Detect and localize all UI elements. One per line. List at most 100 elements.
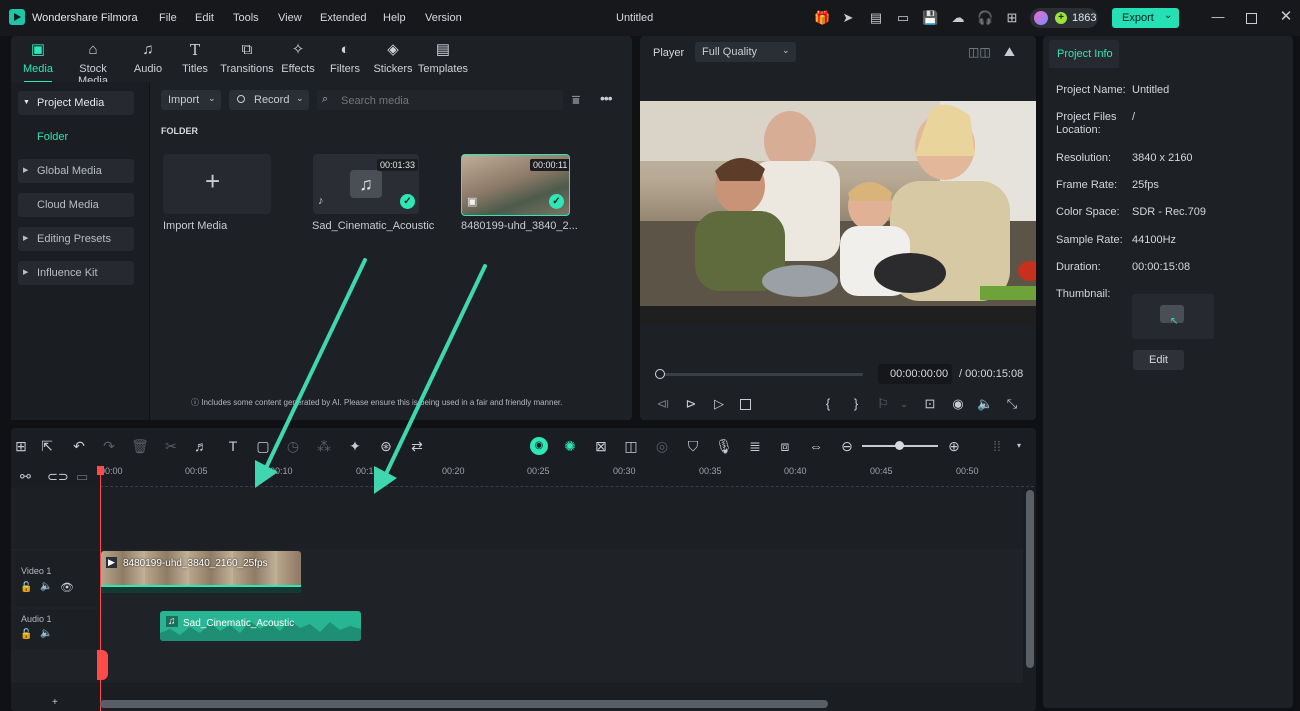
credits-badge[interactable]: + 1863 bbox=[1030, 8, 1098, 28]
mark-in-icon[interactable]: { bbox=[820, 396, 836, 412]
more-options-icon[interactable]: ••• bbox=[600, 90, 613, 106]
render-preview-icon[interactable]: ◫ bbox=[622, 437, 640, 455]
delete-icon[interactable]: 🗑 bbox=[131, 437, 149, 455]
monitor-icon[interactable]: ▭ bbox=[895, 10, 911, 26]
chevron-down-icon[interactable]: ⌄ bbox=[896, 396, 912, 412]
snapshot-icon[interactable]: ◉ bbox=[950, 396, 966, 412]
project-thumbnail[interactable]: ↖ bbox=[1132, 294, 1214, 339]
link-icon[interactable]: ⊂⊃ bbox=[47, 469, 69, 485]
search-media-box[interactable]: ⌕ bbox=[317, 90, 563, 110]
subtitle-icon[interactable]: ≣ bbox=[746, 437, 764, 455]
step-play-icon[interactable]: ⊳ bbox=[683, 396, 699, 412]
sidebar-item-cloud-media[interactable]: Cloud Media bbox=[18, 193, 134, 217]
menu-extended[interactable]: Extended bbox=[320, 12, 366, 24]
ai-tool-icon[interactable]: ✦ bbox=[346, 437, 364, 455]
link-off-icon[interactable]: ⚯ bbox=[20, 469, 31, 485]
audio-edit-icon[interactable]: ♬ bbox=[192, 437, 210, 455]
split-icon[interactable]: ✂ bbox=[162, 437, 180, 455]
lock-icon[interactable]: 🔓 bbox=[20, 582, 32, 593]
minimize-icon[interactable]: — bbox=[1210, 9, 1226, 25]
stop-icon[interactable] bbox=[740, 399, 751, 410]
menu-edit[interactable]: Edit bbox=[195, 12, 214, 24]
sidebar-item-editing-presets[interactable]: ▶ Editing Presets bbox=[18, 227, 134, 251]
menu-tools[interactable]: Tools bbox=[233, 12, 259, 24]
add-track-icon[interactable]: + bbox=[52, 697, 58, 708]
import-dropdown[interactable]: Import ⌄ bbox=[161, 90, 221, 110]
stabilize-icon[interactable]: ◎ bbox=[653, 437, 671, 455]
mute-icon[interactable]: 🔈 bbox=[40, 628, 52, 639]
undo-icon[interactable]: ↶ bbox=[70, 437, 88, 455]
translate-icon[interactable]: ⇄ bbox=[408, 437, 426, 455]
sidebar-item-project-media[interactable]: ▼ Project Media bbox=[18, 91, 134, 115]
motion-track-icon[interactable]: ⊛ bbox=[377, 437, 395, 455]
vertical-scrollbar[interactable] bbox=[1026, 490, 1034, 668]
close-icon[interactable]: ✕ bbox=[1278, 9, 1294, 25]
edit-thumbnail-button[interactable]: Edit bbox=[1133, 350, 1184, 370]
auto-highlight-icon[interactable]: ⊠ bbox=[592, 437, 610, 455]
microphone-icon[interactable]: 🎙 bbox=[715, 437, 733, 455]
tab-stickers[interactable]: ◈ Stickers bbox=[365, 40, 421, 75]
timeline-ruler[interactable] bbox=[100, 462, 1034, 487]
player-scrubber[interactable] bbox=[657, 373, 863, 376]
zoom-slider-handle[interactable] bbox=[895, 441, 904, 450]
lock-icon[interactable]: 🔓 bbox=[20, 629, 32, 640]
audio-clip[interactable]: ♫ Sad_Cinematic_Acoustic bbox=[160, 611, 361, 641]
prev-frame-icon[interactable]: ⧏ bbox=[655, 396, 671, 412]
import-media-tile[interactable]: + bbox=[163, 154, 271, 214]
layout-icon[interactable]: ⊞ bbox=[12, 437, 30, 455]
headset-icon[interactable]: 🎧 bbox=[977, 10, 993, 26]
select-tool-icon[interactable]: ⇱ bbox=[38, 437, 56, 455]
volume-icon[interactable]: 🔈 bbox=[977, 396, 993, 412]
search-input[interactable] bbox=[339, 92, 558, 109]
audio-media-tile[interactable]: ♫ 00:01:33 ♪ ✓ bbox=[313, 154, 419, 214]
save-icon[interactable]: 💾 bbox=[922, 10, 938, 26]
record-dropdown[interactable]: Record ⌄ bbox=[229, 90, 309, 110]
horizontal-scrollbar[interactable] bbox=[100, 700, 828, 708]
zoom-in-icon[interactable]: ⊕ bbox=[945, 437, 963, 455]
crop-icon[interactable]: ▢ bbox=[254, 437, 272, 455]
tab-project-info[interactable]: Project Info bbox=[1049, 40, 1119, 68]
cloud-upload-icon[interactable]: ☁ bbox=[950, 10, 966, 26]
mute-icon[interactable]: 🔈 bbox=[40, 581, 52, 592]
menu-file[interactable]: File bbox=[159, 12, 177, 24]
speed-icon[interactable]: ◷ bbox=[284, 437, 302, 455]
video-media-tile[interactable]: 00:00:11 ▣ ✓ bbox=[461, 154, 570, 216]
video-clip[interactable]: ▶ 8480199-uhd_3840_2160_25fps bbox=[101, 551, 301, 593]
sidebar-item-global-media[interactable]: ▶ Global Media bbox=[18, 159, 134, 183]
zoom-out-icon[interactable]: ⊖ bbox=[838, 437, 856, 455]
tab-media[interactable]: ▣ Media bbox=[10, 40, 66, 83]
picture-in-picture-icon[interactable]: ⧈ bbox=[776, 437, 794, 455]
export-button[interactable]: Export ⌄ bbox=[1112, 8, 1179, 28]
playhead-handle[interactable] bbox=[97, 466, 104, 475]
quality-dropdown[interactable]: Full Quality ⌄ bbox=[695, 42, 796, 62]
compare-view-icon[interactable]: ◫◫ bbox=[968, 45, 991, 59]
current-time-box[interactable]: 00:00:00:00 bbox=[878, 364, 952, 384]
marker-icon[interactable]: ⚐ bbox=[875, 396, 891, 412]
sidebar-item-influence-kit[interactable]: ▶ Influence Kit bbox=[18, 261, 134, 285]
sidebar-item-folder[interactable]: Folder bbox=[37, 131, 68, 143]
ai-copilot-icon[interactable]: ◉ bbox=[530, 437, 548, 455]
eye-icon[interactable]: 👁 bbox=[60, 581, 74, 594]
send-icon[interactable]: ➤ bbox=[840, 10, 856, 26]
filter-icon[interactable]: ⩸ bbox=[572, 92, 580, 108]
gift-icon[interactable]: 🎁 bbox=[814, 10, 830, 26]
fit-timeline-icon[interactable]: ⇔ bbox=[807, 437, 825, 455]
maximize-icon[interactable] bbox=[1246, 13, 1257, 24]
grid-handle-icon[interactable]: ⁞⁞ bbox=[988, 437, 1006, 455]
tab-templates[interactable]: ▤ Templates bbox=[415, 40, 471, 75]
mark-out-icon[interactable]: } bbox=[848, 396, 864, 412]
playhead-bottom-handle[interactable] bbox=[97, 650, 108, 680]
menu-help[interactable]: Help bbox=[383, 12, 406, 24]
color-icon[interactable]: ⁂ bbox=[315, 437, 333, 455]
tab-titles[interactable]: T Titles bbox=[167, 40, 223, 75]
scope-icon[interactable]: ⛰ bbox=[1004, 44, 1015, 60]
fullscreen-icon[interactable]: ⤡ bbox=[1004, 396, 1020, 412]
play-icon[interactable]: ▷ bbox=[711, 396, 727, 412]
display-icon[interactable]: ⊡ bbox=[922, 396, 938, 412]
track-manager-icon[interactable]: ▭ bbox=[76, 469, 88, 485]
project-notes-icon[interactable]: ▤ bbox=[868, 10, 884, 26]
scrubber-handle[interactable] bbox=[655, 369, 665, 379]
snap-icon[interactable]: ✺ bbox=[561, 437, 579, 455]
chevron-down-icon[interactable]: ▾ bbox=[1010, 437, 1028, 455]
redo-icon[interactable]: ↷ bbox=[100, 437, 118, 455]
